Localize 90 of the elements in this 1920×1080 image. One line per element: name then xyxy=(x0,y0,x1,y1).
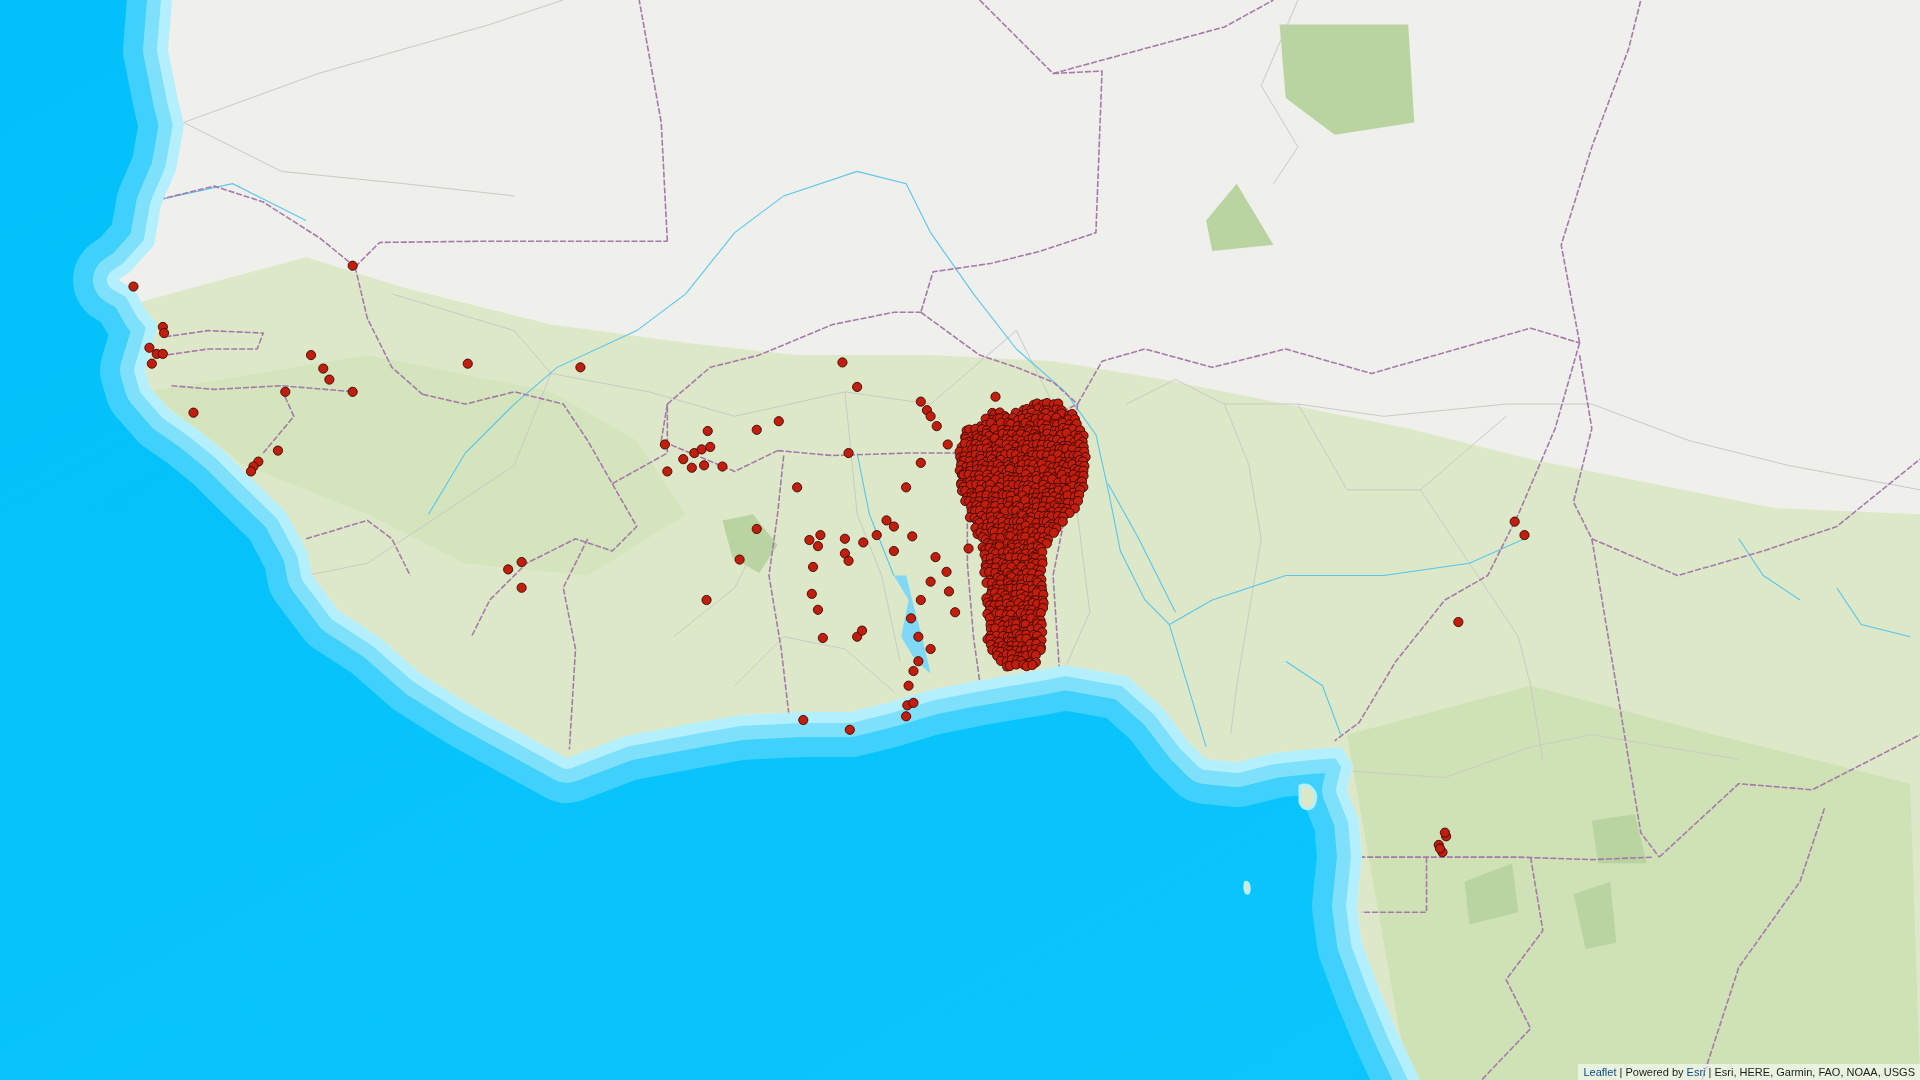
map-marker[interactable] xyxy=(925,576,936,587)
map-marker[interactable] xyxy=(705,441,716,452)
map-marker[interactable] xyxy=(245,466,257,477)
map-marker[interactable] xyxy=(812,604,823,615)
map-marker[interactable] xyxy=(913,656,924,667)
island-drawing xyxy=(1243,880,1251,895)
map-marker[interactable] xyxy=(575,362,586,373)
map-marker[interactable] xyxy=(852,631,863,642)
map-marker[interactable] xyxy=(678,454,689,465)
map-marker[interactable] xyxy=(804,534,815,546)
map-marker[interactable] xyxy=(808,561,819,572)
map-marker[interactable] xyxy=(843,555,854,566)
attribution-text: Leaflet | Powered by Esri | Esri, HERE, Garmin, FAO, NOAA, USGS xyxy=(1578,1064,1920,1080)
attribution-link[interactable]: Esri xyxy=(1686,1066,1706,1078)
map-marker[interactable] xyxy=(963,543,974,554)
map-marker[interactable] xyxy=(950,607,961,618)
map-marker[interactable] xyxy=(347,386,358,397)
map-marker[interactable] xyxy=(144,342,155,353)
map-marker[interactable] xyxy=(272,445,283,456)
map-marker[interactable] xyxy=(516,582,527,593)
map-marker[interactable] xyxy=(990,391,1001,402)
map-marker[interactable] xyxy=(925,643,936,655)
map-marker[interactable] xyxy=(280,386,291,397)
map-marker[interactable] xyxy=(837,357,848,368)
map-marker[interactable] xyxy=(462,358,473,369)
map-marker[interactable] xyxy=(1439,827,1450,838)
map-marker[interactable] xyxy=(930,552,941,563)
map-marker[interactable] xyxy=(925,411,936,422)
map-marker[interactable] xyxy=(1519,530,1530,541)
map-marker[interactable] xyxy=(662,466,673,477)
map-marker[interactable] xyxy=(659,439,670,450)
map-marker[interactable] xyxy=(915,594,926,606)
map-marker[interactable] xyxy=(942,439,953,450)
map-marker[interactable] xyxy=(907,531,918,542)
map-marker[interactable] xyxy=(931,421,942,432)
map-marker[interactable] xyxy=(903,680,914,691)
map-marker[interactable] xyxy=(915,396,926,407)
map-marker[interactable] xyxy=(806,588,817,599)
map-marker[interactable] xyxy=(686,462,697,473)
map-marker[interactable] xyxy=(717,461,728,472)
map-marker[interactable] xyxy=(913,631,924,642)
map-marker[interactable] xyxy=(503,564,514,575)
map-marker[interactable] xyxy=(347,260,358,271)
map-marker[interactable] xyxy=(839,548,850,559)
map-marker[interactable] xyxy=(696,444,707,455)
map-marker[interactable] xyxy=(905,613,917,624)
map-marker[interactable] xyxy=(689,448,700,459)
map-marker[interactable] xyxy=(305,350,317,361)
map-marker[interactable] xyxy=(146,358,157,369)
map-marker[interactable] xyxy=(908,665,919,677)
map-marker[interactable] xyxy=(839,533,850,544)
map-marker[interactable] xyxy=(734,554,745,565)
map-marker[interactable] xyxy=(188,407,199,418)
map-marker[interactable] xyxy=(812,541,823,552)
map-marker[interactable] xyxy=(815,530,826,541)
map-marker[interactable] xyxy=(858,537,869,548)
map-marker[interactable] xyxy=(699,460,710,471)
island-drawing xyxy=(1298,783,1318,811)
map-marker[interactable] xyxy=(128,281,139,292)
map-marker[interactable] xyxy=(843,448,854,459)
map-marker[interactable] xyxy=(1453,617,1464,628)
map-marker[interactable] xyxy=(901,482,912,493)
map-marker[interactable] xyxy=(159,328,170,339)
map-marker[interactable] xyxy=(751,523,762,535)
map-marker[interactable] xyxy=(817,632,828,643)
map-marker[interactable] xyxy=(324,374,335,385)
map-marker[interactable] xyxy=(157,348,168,359)
map-marker[interactable] xyxy=(798,714,809,726)
attribution-link[interactable]: Leaflet xyxy=(1583,1066,1617,1078)
map-marker[interactable] xyxy=(888,521,899,532)
map-marker[interactable] xyxy=(941,566,952,577)
map-marker[interactable] xyxy=(751,424,762,435)
map-marker[interactable] xyxy=(857,625,868,636)
map-marker[interactable] xyxy=(516,557,527,568)
map-marker[interactable] xyxy=(901,711,912,722)
map-marker[interactable] xyxy=(701,594,712,606)
map-marker[interactable] xyxy=(702,425,713,437)
map-marker[interactable] xyxy=(908,697,919,708)
map-marker[interactable] xyxy=(871,530,882,541)
map-marker[interactable] xyxy=(915,457,926,468)
map-marker[interactable] xyxy=(792,482,803,493)
map-marker[interactable] xyxy=(844,724,855,735)
map-marker[interactable] xyxy=(318,363,329,374)
map-marker[interactable] xyxy=(773,416,784,427)
map-marker[interactable] xyxy=(888,545,899,557)
map-marker[interactable] xyxy=(852,381,863,392)
map-marker[interactable] xyxy=(1509,516,1520,527)
map-marker[interactable] xyxy=(881,515,892,526)
map-marker[interactable] xyxy=(1434,843,1446,854)
map-marker[interactable] xyxy=(943,586,955,597)
